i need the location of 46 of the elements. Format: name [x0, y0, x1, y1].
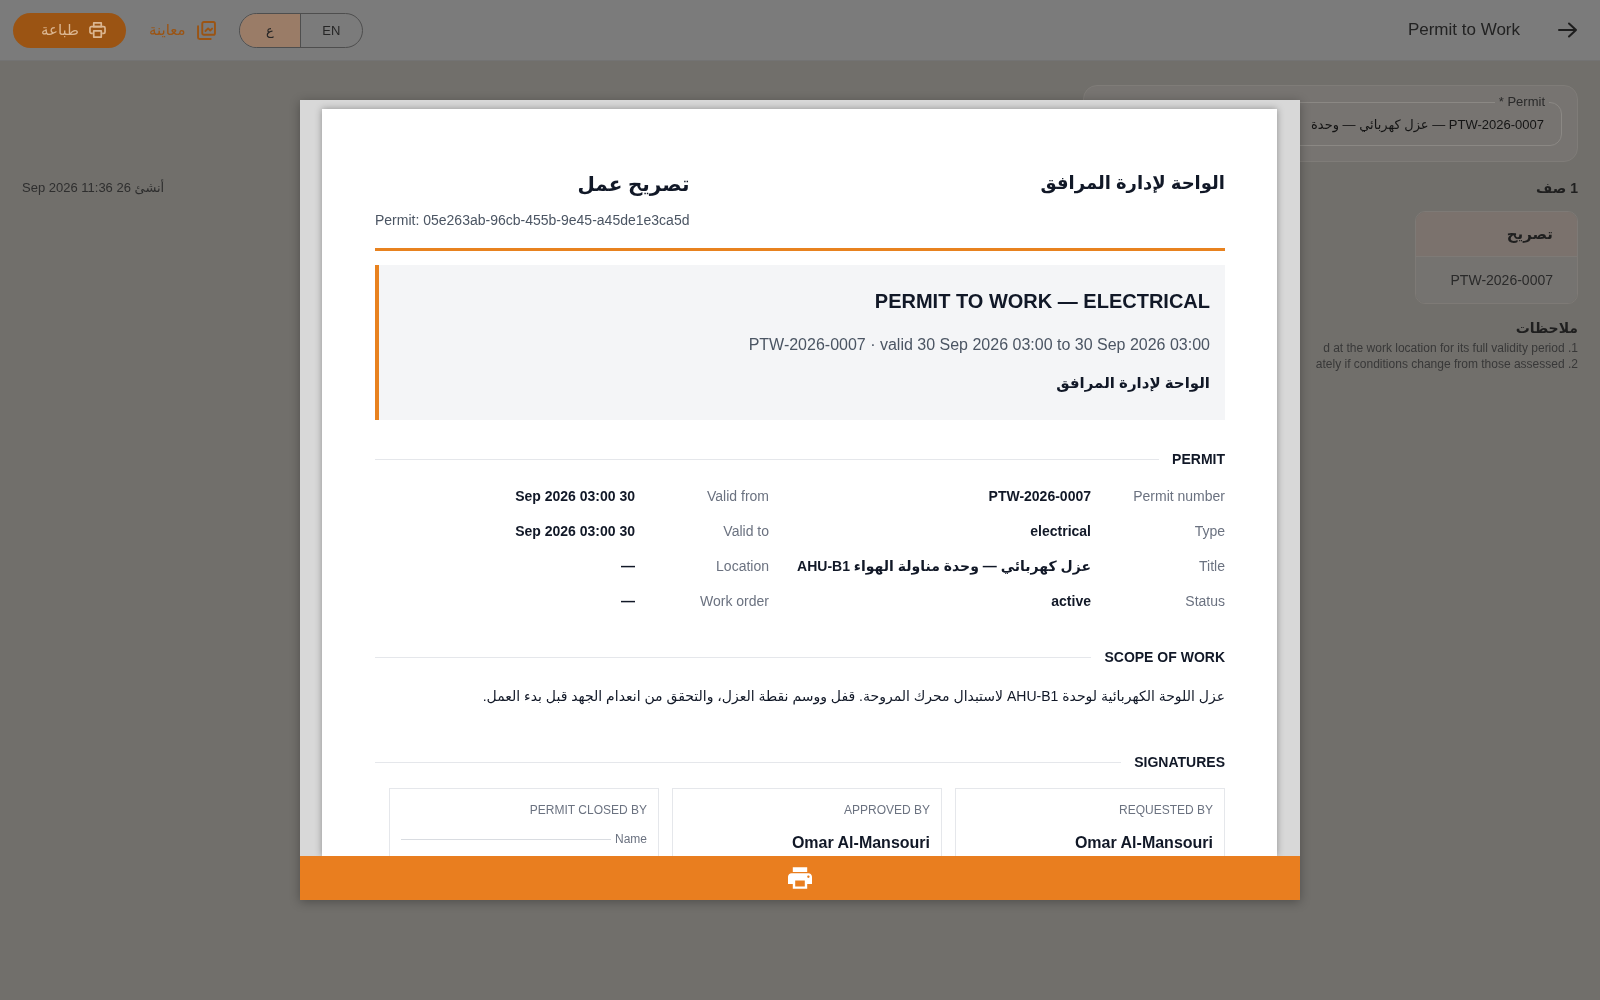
field-label: Valid to [723, 522, 769, 539]
signature-role: REQUESTED BY [1118, 803, 1213, 817]
notes-heading: ملاحظات [1515, 320, 1578, 337]
print-button[interactable]: طباعة [13, 12, 127, 48]
field-label: Title [1199, 557, 1225, 574]
section-heading: SIGNATURES [1134, 753, 1225, 771]
signature-role: APPROVED BY [843, 803, 930, 817]
field-label: Work order [700, 592, 769, 609]
banner-title: PERMIT TO WORK — ELECTRICAL [874, 290, 1210, 313]
scope-text: عزل اللوحة الكهربائية لوحدة AHU-B1 لاستبدال محرك المروحة. قفل ووسم نقطة العزل، والتحقق من انعدام الجهد قبل بدء العمل. [481, 687, 1225, 707]
printer-icon [788, 867, 812, 889]
arrow-right-icon[interactable] [1558, 22, 1578, 38]
banner-subtitle: PTW-2026-0007 · valid 30 Sep 2026 03:00 to 30 Sep 2026 03:00 [748, 336, 1210, 354]
column-header: تصريح [1416, 212, 1577, 257]
signer-name: Omar Al-Mansouri [1074, 834, 1213, 852]
language-option[interactable]: ع [239, 13, 301, 47]
banner-organization: الواحة لإدارة المرافق [1056, 374, 1210, 392]
field-value: — [621, 592, 635, 609]
signature-role: PERMIT CLOSED BY [529, 803, 647, 817]
table-cell[interactable]: PTW-2026-0007 [1416, 257, 1577, 303]
row-count: 1 صف [1536, 180, 1578, 197]
field-value: 30 Sep 2026 03:00 [515, 487, 635, 504]
field-label: Location [716, 557, 769, 574]
field-value: active [1051, 592, 1091, 609]
page-title: Permit to Work [1407, 20, 1520, 40]
section-heading: SCOPE OF WORK [1104, 648, 1225, 666]
field-label: Status [1185, 592, 1225, 609]
image-stack-icon [196, 20, 216, 40]
field-value: 30 Sep 2026 03:00 [515, 522, 635, 539]
field-value: PTW-2026-0007 [988, 487, 1091, 504]
printer-icon [89, 22, 107, 38]
note-item: 1. d at the work location for its full validity period [1323, 340, 1578, 356]
organization-name: الواحة لإدارة المرافق [1040, 172, 1225, 194]
field-value: electrical [1030, 522, 1091, 539]
field-label: Valid from [707, 487, 769, 504]
field-label: Permit number [1133, 487, 1225, 504]
section-heading: PERMIT [1172, 450, 1225, 468]
signer-name: Omar Al-Mansouri [791, 834, 930, 852]
language-option[interactable]: EN [300, 13, 362, 47]
document-title: تصريح عمل [577, 172, 690, 196]
field-label: Type [1194, 522, 1225, 539]
field-value: عزل كهربائي — وحدة مناولة الهواء AHU-B1 [797, 557, 1091, 574]
name-caption: Name [615, 832, 647, 846]
created-timestamp: أنشئ 26 Sep 2026 11:36 [22, 180, 165, 195]
field-value: — [621, 557, 635, 574]
permit-reference: Permit: 05e263ab-96cb-455b-9e45-a45de1e3ca5d [375, 212, 690, 228]
